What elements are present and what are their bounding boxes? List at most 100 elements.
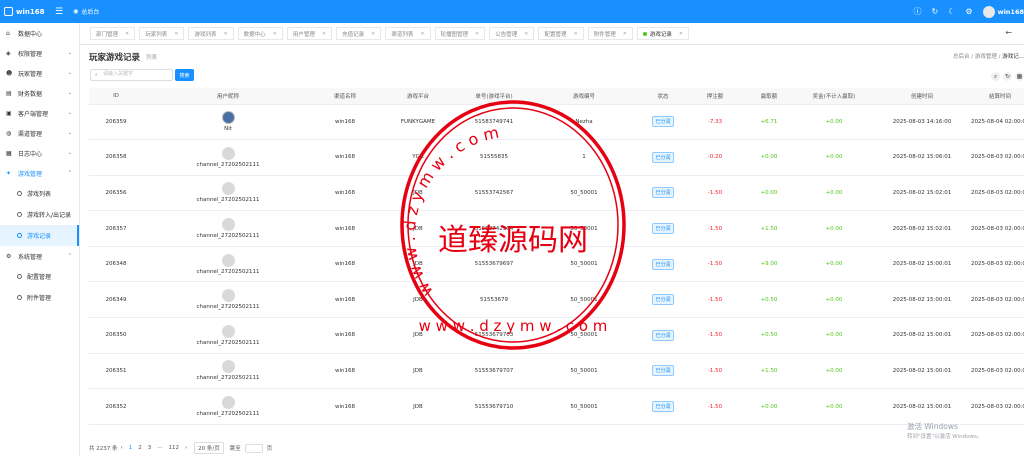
goto-input[interactable] xyxy=(244,443,263,453)
tab-departments[interactable]: 部门管理 ✕ xyxy=(90,27,136,40)
cell-win: +0.00 xyxy=(743,139,795,176)
close-icon[interactable]: ✕ xyxy=(125,31,129,37)
status-badge: 已分润 xyxy=(652,401,674,413)
page-3[interactable]: 3 xyxy=(148,445,152,451)
table-row[interactable]: 206356 channel_27202502111 win168 JDB 515537… xyxy=(89,175,1024,212)
prev-page-icon[interactable]: ‹ xyxy=(121,445,123,451)
col-channel[interactable]: 渠道名称 xyxy=(313,88,377,105)
tab-notices[interactable]: 公告管理 ✕ xyxy=(489,27,535,40)
close-icon[interactable]: ✕ xyxy=(623,31,627,37)
close-icon[interactable]: ✕ xyxy=(322,31,326,37)
cell-settled: 2025-08-03 02:00:00 xyxy=(971,281,1024,319)
close-icon[interactable]: ✕ xyxy=(524,31,528,37)
sidebar-item-channels[interactable]: ◍ 渠道管理 ⌄ xyxy=(0,123,79,143)
col-win[interactable]: 赢取额 xyxy=(743,88,795,105)
sidebar-item-system[interactable]: ⚙ 系统管理 ⌃ xyxy=(0,246,79,266)
table-row[interactable]: 206348 channel_27202502111 win168 JDB 515536… xyxy=(89,246,1024,283)
col-settled[interactable]: 结算时间 xyxy=(971,88,1024,105)
search-input[interactable]: ⌕ 请输入关键字 xyxy=(90,69,173,81)
tab-channels[interactable]: 渠道列表 ✕ xyxy=(385,27,431,40)
sidebar-sub-attachments[interactable]: 附件管理 xyxy=(0,287,79,308)
sidebar-item-players[interactable]: ☻ 玩家管理 ⌄ xyxy=(0,63,79,83)
cell-bonus-text: +0.00 xyxy=(825,189,843,196)
grid-icon[interactable]: ▦ xyxy=(1015,72,1024,81)
cell-bet: -1.50 xyxy=(687,353,743,390)
sidebar-item-games[interactable]: ✦ 游戏管理 ⌃ xyxy=(0,163,79,183)
sidebar-item-logs[interactable]: ▦ 日志中心 ⌄ xyxy=(0,143,79,163)
breadcrumb-item[interactable]: 总后台 xyxy=(953,54,970,60)
next-page-icon[interactable]: › xyxy=(185,445,187,451)
chevron-up-icon: ⌃ xyxy=(67,170,72,176)
page-1[interactable]: 1 xyxy=(129,445,133,451)
col-status[interactable]: 状态 xyxy=(639,88,687,105)
close-icon[interactable]: ✕ xyxy=(420,31,424,37)
close-icon[interactable]: ✕ xyxy=(174,31,178,37)
tab-users[interactable]: 用户管理 ✕ xyxy=(286,27,333,40)
close-icon[interactable]: ✕ xyxy=(223,31,227,37)
tab-config[interactable]: 配置管理 ✕ xyxy=(538,27,584,40)
sidebar-sub-config[interactable]: 配置管理 xyxy=(0,266,79,287)
help-icon[interactable]: ⓘ xyxy=(914,6,922,17)
refresh-icon[interactable]: ↻ xyxy=(1003,72,1012,81)
table-row[interactable]: 206357 channel_27202502111 win168 JDB 515537… xyxy=(89,210,1024,247)
cell-game-text: 50_50001 xyxy=(570,296,598,303)
top-bar: win168 ☰ ◉ 总后台 ⓘ ↻ ☾ ⚙ win168 xyxy=(0,0,1024,23)
table-row[interactable]: 206350 channel_27202502111 win168 JDB 515536… xyxy=(89,317,1024,354)
avatar[interactable] xyxy=(982,5,995,18)
tab-game-records[interactable]: 游戏记录 ✕ xyxy=(636,27,690,40)
user-name[interactable]: win168 xyxy=(998,8,1024,16)
cell-game-text: 1 xyxy=(582,154,586,161)
search-icon[interactable]: ⌕ xyxy=(991,72,1000,81)
brand[interactable]: win168 xyxy=(0,7,55,16)
sidebar-item-finance[interactable]: ▤ 财务数据 ⌄ xyxy=(0,83,79,103)
col-user[interactable]: 用户昵称 xyxy=(143,88,313,105)
table-row[interactable]: 206358 channel_27202502111 win168 YGR 515558… xyxy=(89,139,1024,176)
cell-user: channel_27202502111 xyxy=(143,317,313,354)
col-id[interactable]: ID xyxy=(89,88,143,105)
search-button[interactable]: 搜索 xyxy=(175,69,194,81)
close-icon[interactable]: ✕ xyxy=(273,31,277,37)
table-row[interactable]: 206359 Nit win168 FUNKYGAME 51583749741 Nezha… xyxy=(89,104,1024,141)
tab-recharge[interactable]: 充值记录 ✕ xyxy=(336,27,382,40)
sidebar-item-client[interactable]: ▣ 客户端管理 ⌄ xyxy=(0,103,79,123)
refresh-icon[interactable]: ↻ xyxy=(932,7,939,16)
tab-carousel[interactable]: 轮播图管理 ✕ xyxy=(434,27,486,40)
col-bet[interactable]: 押注额 xyxy=(687,88,743,105)
close-icon[interactable]: ✕ xyxy=(679,31,683,37)
close-icon[interactable]: ✕ xyxy=(475,31,479,37)
tab-games[interactable]: 游戏列表 ✕ xyxy=(188,27,234,40)
col-platform[interactable]: 游戏平台 xyxy=(377,88,459,105)
page-last[interactable]: 112 xyxy=(168,445,179,451)
menu-toggle-icon[interactable]: ☰ xyxy=(55,7,63,17)
theme-icon[interactable]: ☾ xyxy=(948,7,955,16)
sidebar-sub-game-records[interactable]: 游戏记录 xyxy=(0,225,79,246)
tabs-scroll-right[interactable] xyxy=(1016,27,1024,41)
top-nav[interactable]: ◉ 总后台 xyxy=(73,7,99,16)
cell-created: 2025-08-02 15:00:01 xyxy=(873,353,971,390)
col-game[interactable]: 游戏编号 xyxy=(529,88,639,105)
sidebar-item-permissions[interactable]: ◈ 权限管理 ⌄ xyxy=(0,43,79,63)
close-icon[interactable]: ✕ xyxy=(573,31,577,37)
arrow-left-icon[interactable]: ← xyxy=(1005,28,1012,37)
cell-win: +6.71 xyxy=(743,104,795,141)
table-row[interactable]: 206352 channel_27202502111 win168 JDB 515536… xyxy=(89,388,1024,425)
logo-icon xyxy=(4,7,13,16)
table-row[interactable]: 206351 channel_27202502111 win168 JDB 515536… xyxy=(89,353,1024,390)
table-row[interactable]: 206349 channel_27202502111 win168 JDB 515536… xyxy=(89,281,1024,319)
col-bonus[interactable]: 奖金(不计入赢取) xyxy=(795,88,873,105)
page-2[interactable]: 2 xyxy=(138,445,142,451)
sidebar-sub-game-list[interactable]: 游戏列表 xyxy=(0,183,79,204)
close-icon[interactable]: ✕ xyxy=(371,31,375,37)
tab-players[interactable]: 玩家列表 ✕ xyxy=(139,27,185,40)
page-size-select[interactable]: 20 条/页 xyxy=(194,442,224,454)
cell-win-text: +0.00 xyxy=(760,154,778,161)
col-created[interactable]: 创建时间 xyxy=(873,88,971,105)
tab-attachments[interactable]: 附件管理 ✕ xyxy=(587,27,633,40)
col-order[interactable]: 单号(游戏平台) xyxy=(459,88,529,105)
settings-icon[interactable]: ⚙ xyxy=(965,7,972,16)
sidebar-item-data-center[interactable]: ⌂ 数据中心 xyxy=(0,23,79,43)
page-ellipsis[interactable]: ··· xyxy=(157,445,162,451)
breadcrumb-item[interactable]: 游戏管理 xyxy=(975,54,997,60)
sidebar-sub-game-transfer[interactable]: 游戏转入/出记录 xyxy=(0,204,79,225)
tab-data-center[interactable]: 数据中心 ✕ xyxy=(237,27,283,40)
